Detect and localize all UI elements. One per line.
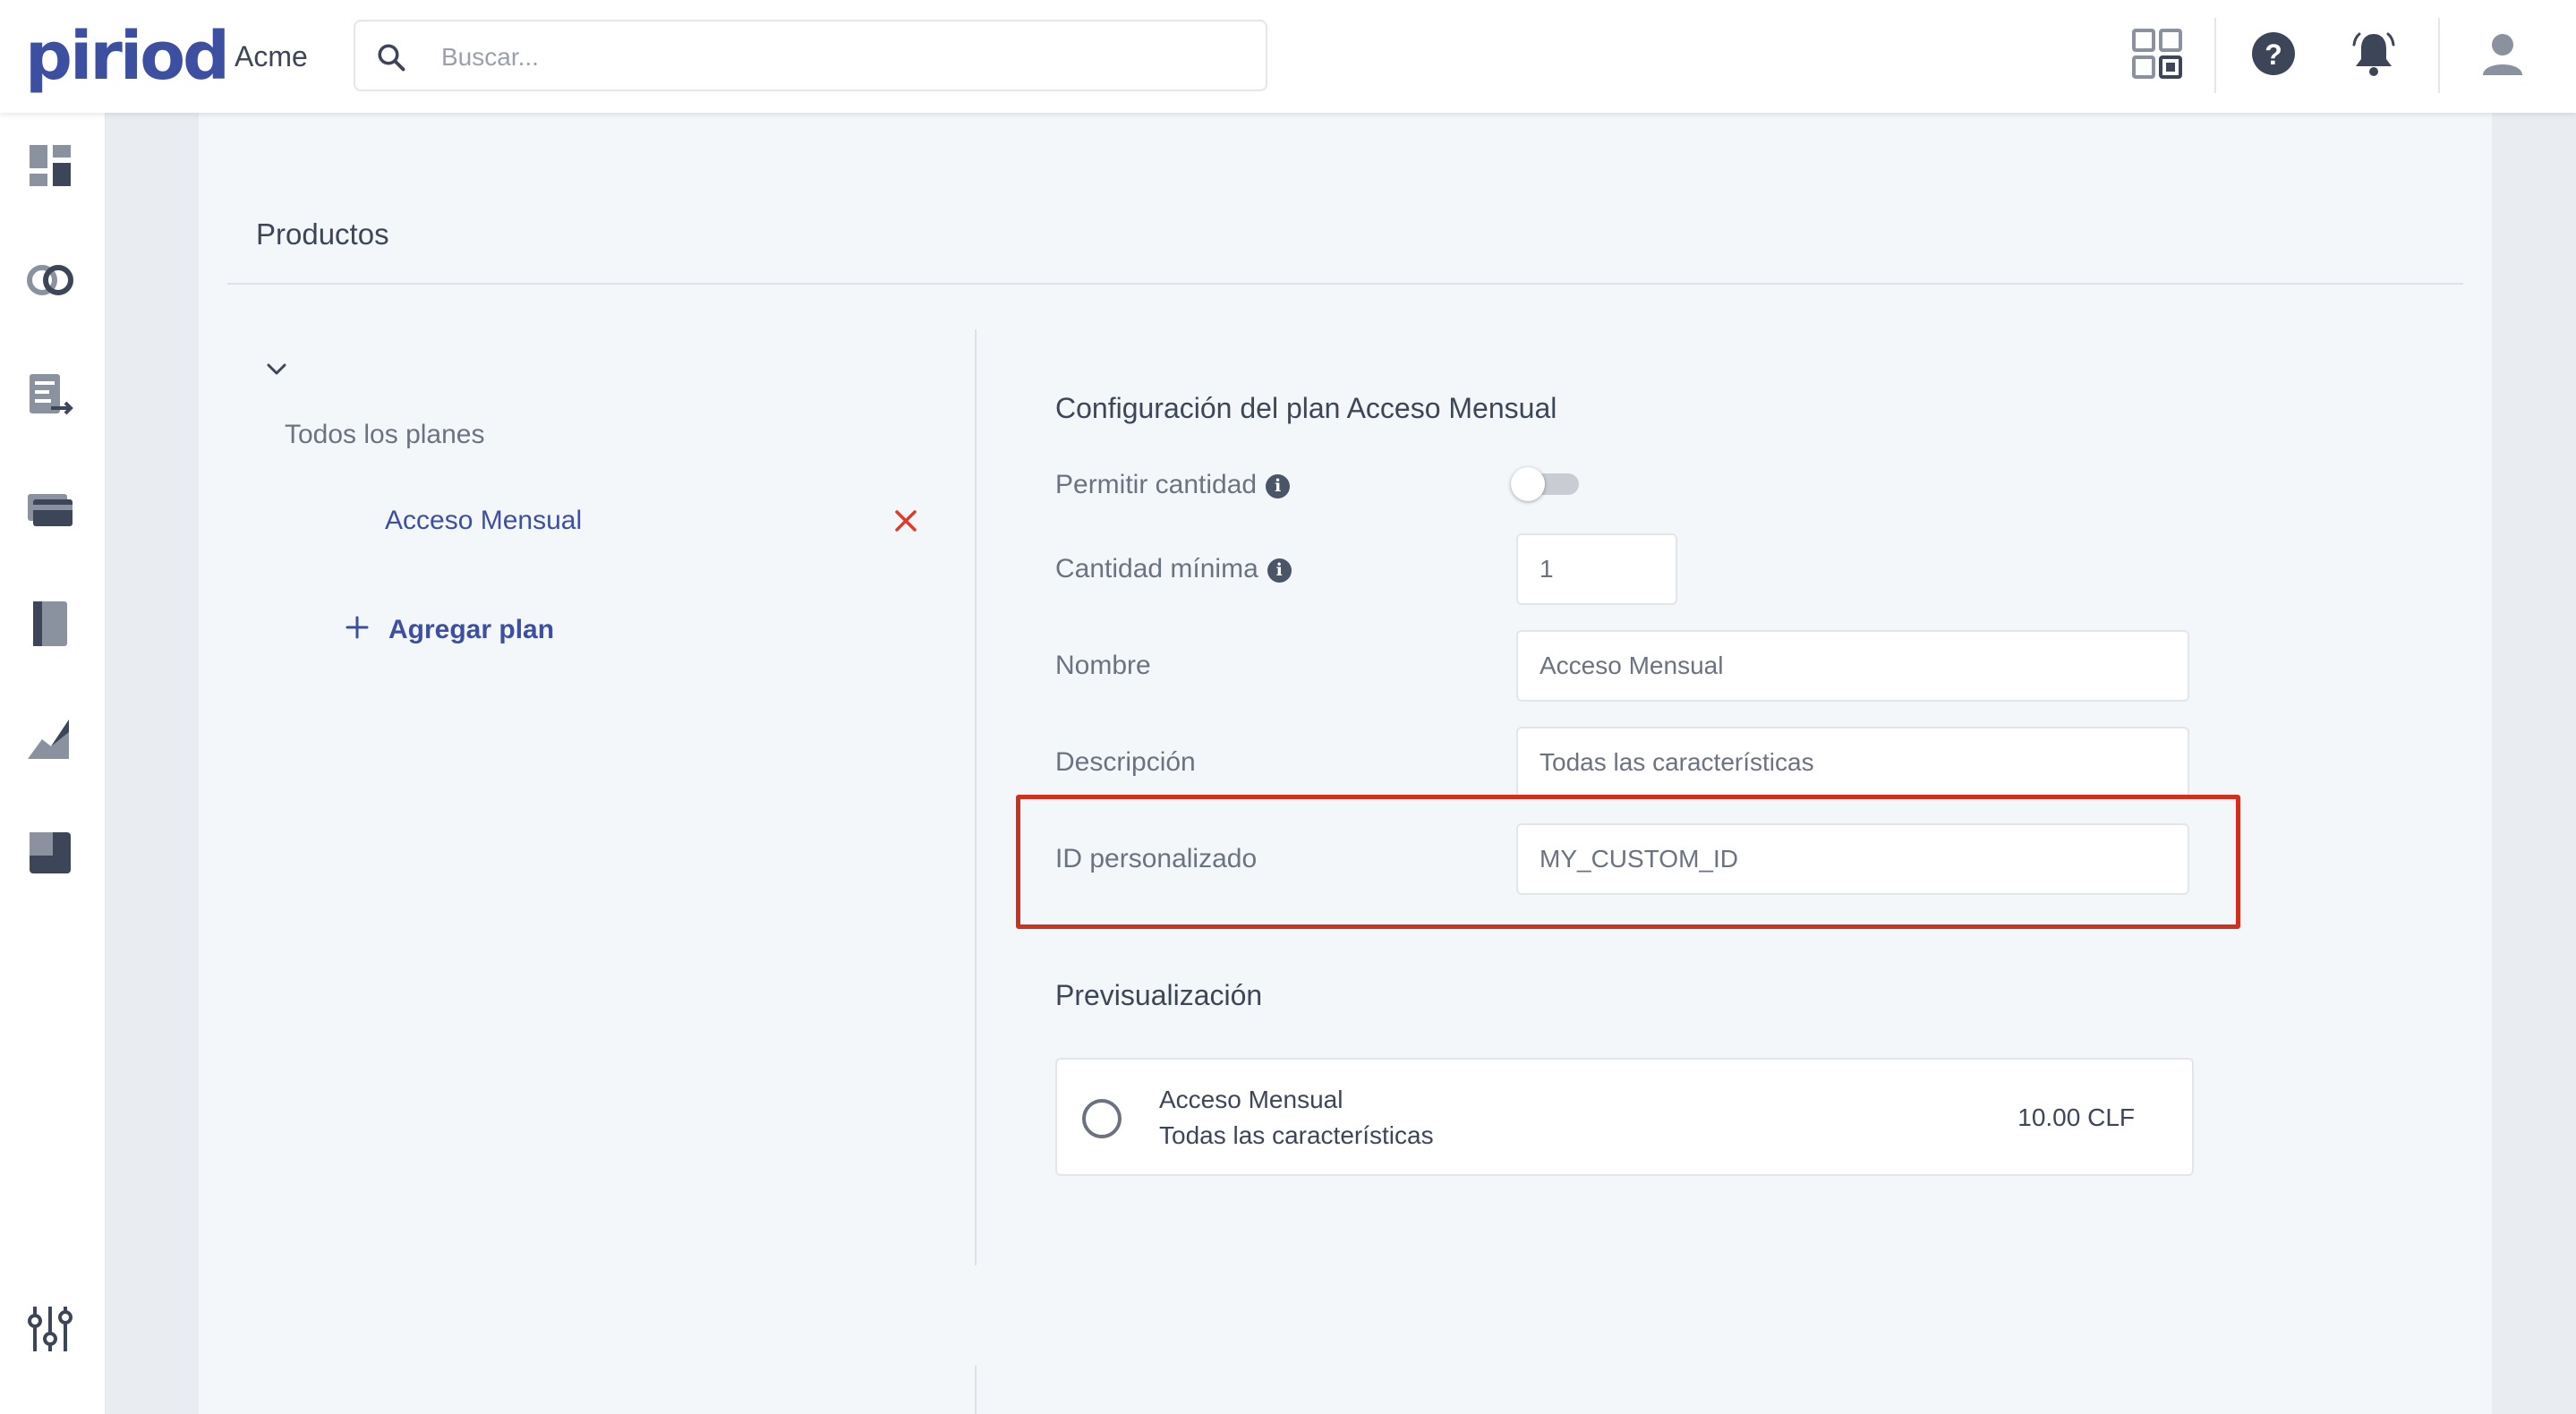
add-plan-label: Agregar plan <box>388 615 555 644</box>
description-label: Descripción <box>1055 747 1196 777</box>
column-divider <box>975 329 977 1265</box>
preview-plan-price: 10.00 CLF <box>2017 1103 2135 1131</box>
apps-grid-icon[interactable] <box>2130 27 2184 81</box>
info-icon[interactable]: i <box>1266 473 1291 498</box>
documents-icon[interactable] <box>24 369 76 421</box>
preview-plan-description: Todas las características <box>1159 1121 1434 1149</box>
toolbar-divider <box>2214 18 2216 93</box>
plan-preview-card[interactable]: Acceso Mensual Todas las características… <box>1055 1058 2194 1176</box>
info-icon[interactable]: i <box>1267 558 1292 583</box>
section-divider <box>227 283 2463 285</box>
toolbar-divider <box>2438 18 2440 93</box>
name-input[interactable]: Acceso Mensual <box>1516 630 2189 702</box>
plan-config-title: Configuración del plan Acceso Mensual <box>1055 392 1557 424</box>
tree-plan-item[interactable]: Acceso Mensual <box>385 503 582 539</box>
user-icon[interactable] <box>2476 27 2529 81</box>
preview-title: Previsualización <box>1055 979 1263 1011</box>
allow-quantity-label: Permitir cantidad i <box>1055 467 1291 503</box>
toggle-knob <box>1511 467 1545 501</box>
svg-text:?: ? <box>2265 38 2282 71</box>
delete-plan-icon[interactable] <box>890 505 922 537</box>
integrations-icon[interactable] <box>24 254 76 306</box>
top-bar: piriod Acme Buscar... ? <box>0 0 2576 113</box>
search-input[interactable]: Buscar... <box>441 41 539 73</box>
payments-icon[interactable] <box>24 483 76 535</box>
min-quantity-input[interactable]: 1 <box>1516 533 1677 605</box>
chevron-down-icon[interactable] <box>263 356 290 383</box>
reports-icon[interactable] <box>24 712 76 764</box>
plus-icon <box>345 616 369 639</box>
highlight-annotation-box <box>1016 795 2240 929</box>
name-label: Nombre <box>1055 651 1151 680</box>
organization-name[interactable]: Acme <box>235 36 308 77</box>
sidebar <box>0 113 106 1414</box>
allow-quantity-toggle[interactable] <box>1511 467 1581 501</box>
dashboard-icon[interactable] <box>24 140 76 192</box>
min-quantity-text: Cantidad mínima <box>1055 554 1258 583</box>
column-divider-lower <box>975 1366 977 1414</box>
description-input[interactable]: Todas las características <box>1516 727 2189 798</box>
tree-all-plans[interactable]: Todos los planes <box>285 417 484 453</box>
allow-quantity-text: Permitir cantidad <box>1055 470 1258 499</box>
piriod-logo[interactable]: piriod <box>25 16 230 97</box>
catalog-icon[interactable] <box>24 598 76 650</box>
bell-icon[interactable] <box>2347 27 2401 81</box>
section-title: Productos <box>256 217 389 251</box>
search-box[interactable]: Buscar... <box>354 20 1267 91</box>
help-icon[interactable]: ? <box>2247 27 2300 81</box>
min-quantity-label: Cantidad mínima i <box>1055 551 1292 587</box>
plan-radio[interactable] <box>1082 1099 1122 1138</box>
search-icon <box>378 44 405 72</box>
apps-icon[interactable] <box>24 827 76 879</box>
preview-plan-name: Acceso Mensual <box>1159 1086 1343 1113</box>
settings-sliders-icon[interactable] <box>24 1303 76 1355</box>
